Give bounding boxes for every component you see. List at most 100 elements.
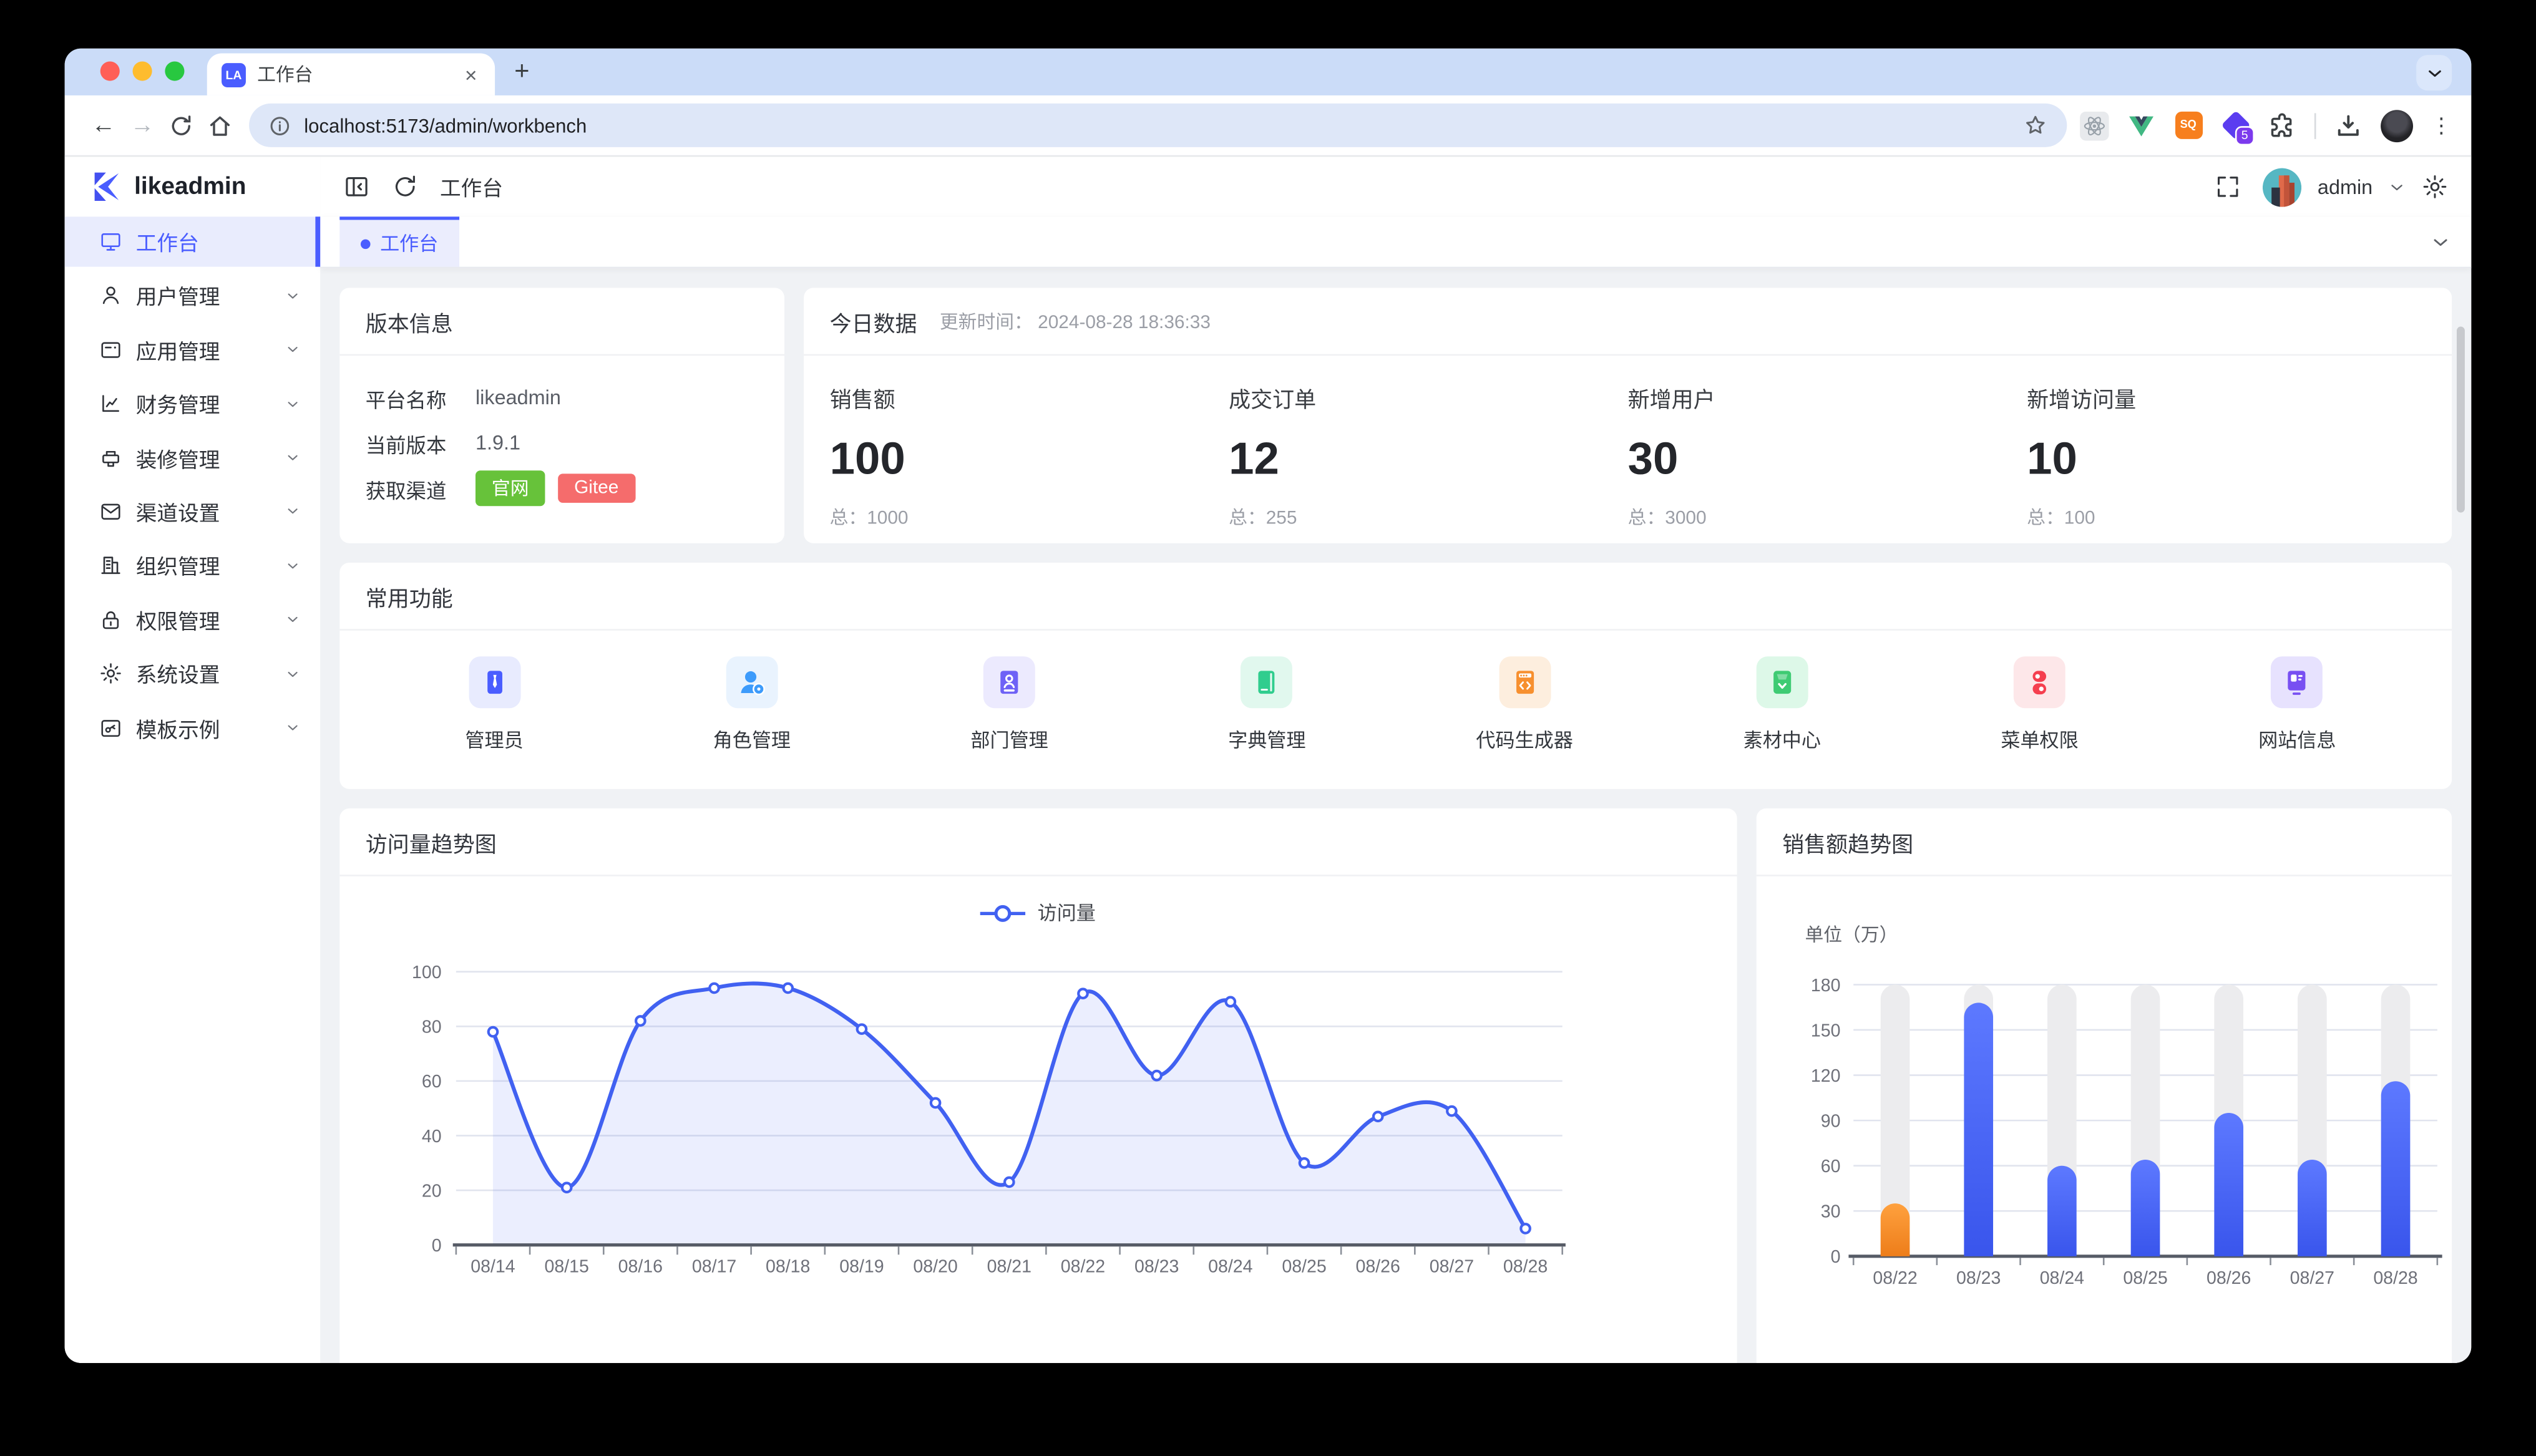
chart-legend[interactable]: 访问量: [339, 899, 1737, 926]
quick-card-title: 常用功能: [366, 580, 453, 612]
sidebar-item-label: 权限管理: [136, 604, 220, 635]
quick-item-tile: [1756, 656, 1808, 708]
collapse-sidebar-icon[interactable]: [343, 173, 370, 200]
version-card-title: 版本信息: [366, 305, 453, 337]
breadcrumb: 工作台: [440, 172, 503, 202]
quick-item-代码生成器[interactable]: 代码生成器: [1396, 656, 1654, 754]
page-tab-label: 工作台: [380, 230, 438, 257]
quick-item-label: 部门管理: [970, 726, 1048, 754]
sidebar-item-装修管理[interactable]: 装修管理: [65, 432, 321, 482]
chevron-down-icon[interactable]: [2389, 178, 2405, 195]
sidebar-item-用户管理[interactable]: 用户管理: [65, 271, 321, 321]
browser-menu-button[interactable]: ⋮: [2431, 112, 2452, 138]
sq-extension-icon[interactable]: SQ: [2173, 111, 2203, 140]
tab-close-icon[interactable]: ×: [462, 62, 480, 87]
admin-badge-icon: [478, 666, 510, 699]
quick-item-部门管理[interactable]: 部门管理: [880, 656, 1138, 754]
sidebar-item-权限管理[interactable]: 权限管理: [65, 595, 321, 644]
sidebar-item-label: 应用管理: [136, 334, 220, 365]
svg-text:08/15: 08/15: [545, 1257, 589, 1277]
quick-item-tile: [469, 656, 520, 708]
chevron-down-icon: [285, 450, 301, 466]
back-button[interactable]: ←: [84, 112, 123, 139]
tabs-menu-chevron-icon[interactable]: [2431, 232, 2450, 251]
minimize-window-button[interactable]: [133, 61, 152, 80]
sales-bar-chart[interactable]: 030609012015018008/2208/2308/2408/2508/2…: [1757, 957, 2452, 1304]
sidebar-item-模板示例[interactable]: 模板示例: [65, 702, 321, 752]
sidebar-item-组织管理[interactable]: 组织管理: [65, 541, 321, 591]
browser-profile-avatar[interactable]: [2381, 109, 2413, 142]
zoom-window-button[interactable]: [165, 61, 184, 80]
sidebar-item-label: 用户管理: [136, 280, 220, 311]
browser-tab[interactable]: LA 工作台 ×: [207, 54, 495, 95]
svg-text:08/25: 08/25: [2123, 1268, 2167, 1288]
quick-item-素材中心[interactable]: 素材中心: [1653, 656, 1911, 754]
downloads-button[interactable]: [2334, 111, 2363, 140]
visits-chart-card: 访问量趋势图 访问量 02040608010008/1408/1508/1608…: [339, 808, 1737, 1363]
avatar-image: [2263, 167, 2301, 206]
stat-label: 成交订单: [1229, 382, 1628, 414]
refresh-page-icon[interactable]: [391, 173, 419, 200]
page-tab-workbench[interactable]: 工作台: [339, 216, 459, 266]
tab-search-button[interactable]: [2416, 55, 2452, 90]
sidebar-item-渠道设置[interactable]: 渠道设置: [65, 487, 321, 536]
chevron-down-icon: [285, 503, 301, 520]
address-bar[interactable]: localhost:5173/admin/workbench: [249, 104, 2067, 147]
svg-text:08/18: 08/18: [766, 1257, 810, 1277]
visits-line-chart[interactable]: 02040608010008/1408/1508/1608/1708/1808/…: [339, 946, 1737, 1293]
sidebar-item-工作台[interactable]: 工作台: [65, 216, 321, 266]
username[interactable]: admin: [2318, 175, 2373, 198]
stat-value: 100: [830, 434, 1229, 485]
bookmark-star-icon[interactable]: [2023, 113, 2047, 137]
user-icon: [99, 284, 123, 308]
reload-button[interactable]: [162, 106, 200, 145]
extension-badge: 5: [2235, 125, 2255, 145]
user-avatar[interactable]: [2263, 167, 2301, 206]
home-button[interactable]: [200, 106, 239, 145]
quick-item-管理员[interactable]: 管理员: [366, 656, 623, 754]
settings-gear-icon[interactable]: [2421, 173, 2449, 200]
version-row-label: 平台名称: [366, 382, 476, 413]
svg-text:60: 60: [422, 1072, 442, 1092]
channel-button-Gitee[interactable]: Gitee: [558, 473, 635, 503]
svg-text:08/22: 08/22: [1061, 1257, 1105, 1277]
sidebar-item-系统设置[interactable]: 系统设置: [65, 649, 321, 699]
stat-item: 销售额 100 总：1000: [830, 382, 1229, 530]
quick-item-字典管理[interactable]: 字典管理: [1138, 656, 1396, 754]
forward-button[interactable]: →: [123, 112, 162, 139]
quick-item-label: 代码生成器: [1476, 726, 1573, 754]
quick-item-tile: [2014, 656, 2065, 708]
stat-label: 新增访问量: [2027, 382, 2426, 414]
fullscreen-icon[interactable]: [2214, 173, 2241, 200]
page-scrollbar-thumb[interactable]: [2457, 327, 2465, 513]
sidebar-item-财务管理[interactable]: 财务管理: [65, 379, 321, 429]
update-time: 更新时间： 2024-08-28 18:36:33: [940, 308, 1211, 334]
stat-value: 10: [2027, 434, 2426, 485]
quick-item-菜单权限[interactable]: 菜单权限: [1911, 656, 2168, 754]
logo[interactable]: likeadmin: [65, 157, 321, 216]
new-tab-button[interactable]: +: [514, 58, 529, 87]
site-info-icon[interactable]: [268, 114, 291, 137]
app-icon: [99, 337, 123, 362]
sidebar-item-应用管理[interactable]: 应用管理: [65, 324, 321, 374]
app-header: 工作台: [320, 157, 2471, 216]
quick-item-角色管理[interactable]: 角色管理: [623, 656, 880, 754]
sidebar-item-label: 组织管理: [136, 550, 220, 581]
svg-text:08/28: 08/28: [2373, 1268, 2417, 1288]
url-text[interactable]: localhost:5173/admin/workbench: [304, 114, 2023, 137]
version-row-value: likeadmin: [476, 386, 561, 409]
svg-text:100: 100: [412, 963, 442, 983]
decorate-icon: [99, 445, 123, 470]
svg-text:180: 180: [1811, 976, 1841, 996]
react-devtools-icon[interactable]: [2080, 111, 2109, 140]
close-window-button[interactable]: [100, 61, 120, 80]
sidebar-item-label: 渠道设置: [136, 497, 220, 527]
quick-item-网站信息[interactable]: 网站信息: [2168, 656, 2426, 754]
svg-text:150: 150: [1811, 1021, 1841, 1041]
tab-title: 工作台: [257, 61, 462, 87]
extensions-puzzle-icon[interactable]: [2268, 111, 2297, 140]
purple-extension-icon[interactable]: 5: [2221, 111, 2250, 140]
channel-button-官网[interactable]: 官网: [476, 470, 545, 506]
vue-devtools-icon[interactable]: [2127, 111, 2156, 140]
browser-window: LA 工作台 × + ← → localhost:5173/admin/work…: [65, 49, 2472, 1363]
